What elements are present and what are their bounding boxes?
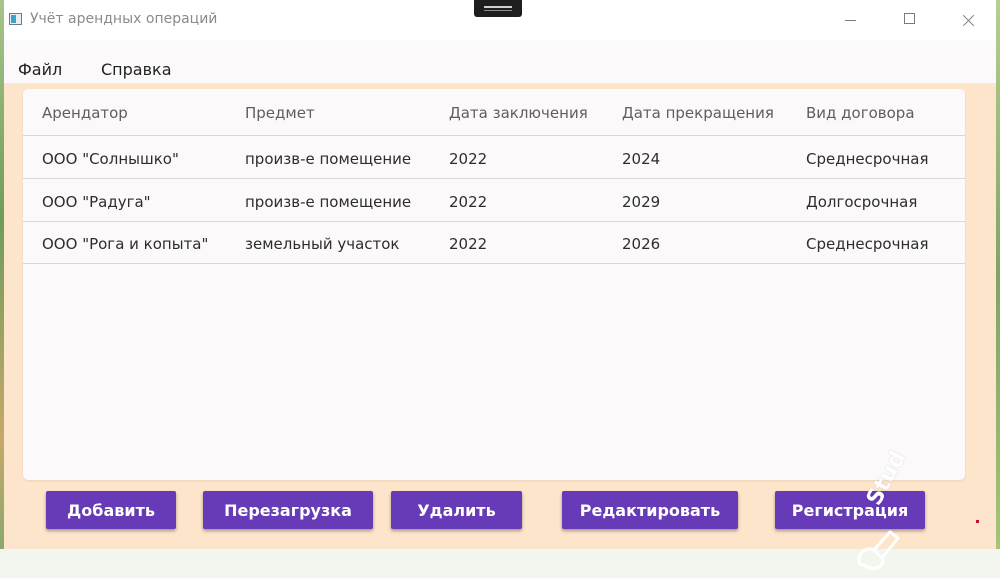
table-row[interactable]: ООО "Солнышко" произв-е помещение 2022 2… bbox=[23, 136, 965, 179]
cell-start-date: 2022 bbox=[449, 235, 488, 253]
cell-contract-type: Среднесрочная bbox=[806, 150, 929, 168]
cell-end-date: 2026 bbox=[622, 235, 661, 253]
minimize-icon[interactable] bbox=[834, 8, 866, 32]
snap-grip-handle[interactable] bbox=[474, 0, 522, 17]
column-header-contract-type[interactable]: Вид договора bbox=[806, 104, 915, 122]
cell-start-date: 2022 bbox=[449, 193, 488, 211]
cell-tenant: ООО "Рога и копыта" bbox=[42, 235, 209, 253]
app-icon bbox=[9, 13, 22, 25]
pen-icon bbox=[857, 530, 900, 570]
add-button[interactable]: Добавить bbox=[46, 491, 176, 529]
edit-button[interactable]: Редактировать bbox=[562, 491, 738, 529]
menu-file[interactable]: Файл bbox=[18, 60, 62, 79]
cell-subject: земельный участок bbox=[245, 235, 400, 253]
desktop-edge-right bbox=[996, 0, 1000, 549]
close-icon[interactable] bbox=[952, 8, 984, 32]
cell-subject: произв-е помещение bbox=[245, 150, 412, 168]
leases-table: Арендатор Предмет Дата заключения Дата п… bbox=[23, 89, 965, 480]
table-row[interactable]: ООО "Радуга" произв-е помещение 2022 202… bbox=[23, 179, 965, 222]
maximize-icon[interactable] bbox=[894, 8, 926, 32]
app-window: Учёт арендных операций Файл Справка Арен… bbox=[4, 0, 996, 570]
cell-tenant: ООО "Солнышко" bbox=[42, 150, 179, 168]
title-bar[interactable]: Учёт арендных операций bbox=[4, 0, 996, 40]
column-header-subject[interactable]: Предмет bbox=[245, 104, 315, 122]
menu-bar: Файл Справка bbox=[4, 40, 996, 83]
column-header-tenant[interactable]: Арендатор bbox=[42, 104, 128, 122]
cell-contract-type: Долгосрочная bbox=[806, 193, 918, 211]
cell-end-date: 2029 bbox=[622, 193, 661, 211]
cell-tenant: ООО "Радуга" bbox=[42, 193, 151, 211]
cell-end-date: 2024 bbox=[622, 150, 661, 168]
menu-help[interactable]: Справка bbox=[101, 60, 172, 79]
cell-start-date: 2022 bbox=[449, 150, 488, 168]
column-header-end-date[interactable]: Дата прекращения bbox=[622, 104, 774, 122]
cell-contract-type: Среднесрочная bbox=[806, 235, 929, 253]
content-area: Арендатор Предмет Дата заключения Дата п… bbox=[4, 83, 996, 570]
table-header: Арендатор Предмет Дата заключения Дата п… bbox=[23, 89, 965, 136]
table-row[interactable]: ООО "Рога и копыта" земельный участок 20… bbox=[23, 221, 965, 264]
register-button[interactable]: Регистрация bbox=[775, 491, 925, 529]
delete-button[interactable]: Удалить bbox=[391, 491, 522, 529]
column-header-start-date[interactable]: Дата заключения bbox=[449, 104, 588, 122]
reload-button[interactable]: Перезагрузка bbox=[203, 491, 373, 529]
window-title: Учёт арендных операций bbox=[30, 11, 218, 27]
indicator-dot bbox=[976, 520, 979, 523]
cell-subject: произв-е помещение bbox=[245, 193, 412, 211]
